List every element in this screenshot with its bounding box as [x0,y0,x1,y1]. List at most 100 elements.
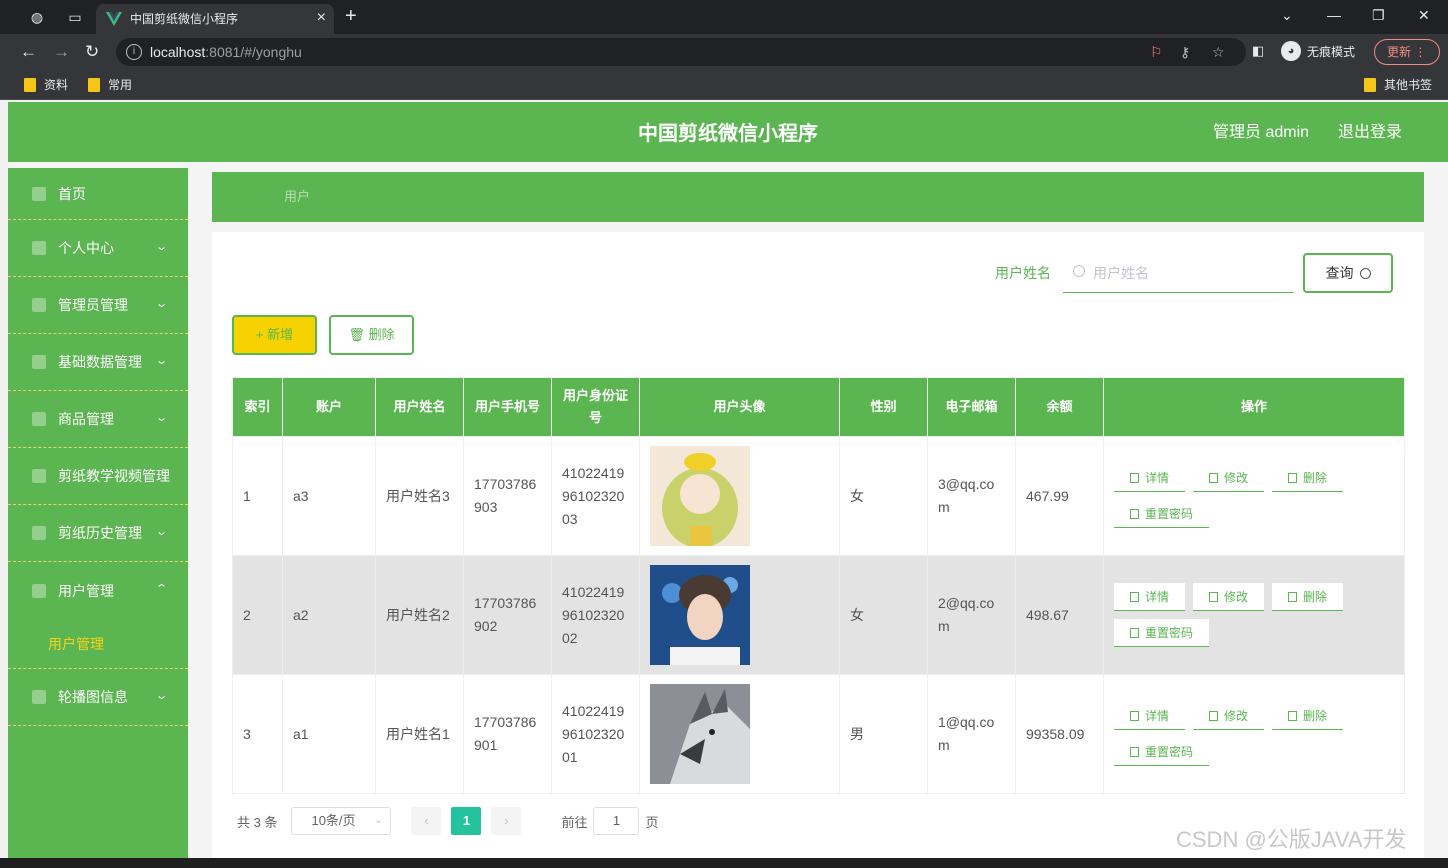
sidebar-item-label: 管理员管理 [58,297,128,313]
submenu-user-management[interactable]: 用户管理 [8,619,188,669]
avatar-image[interactable] [650,565,750,665]
table-header-row: 索引 账户 用户姓名 用户手机号 用户身份证号 用户头像 性别 电子邮箱 余额 … [232,377,1405,437]
detail-button[interactable]: 详情 [1114,464,1186,492]
search-input[interactable] [1063,253,1293,293]
delete-button[interactable]: 删除 [1272,583,1344,611]
home-icon [32,186,46,201]
blocked-popup-icon[interactable]: ⚐ [1150,43,1163,61]
tab-list-icon[interactable]: ⌄ [1281,6,1293,24]
next-page-button[interactable]: › [491,807,522,835]
globe-icon[interactable]: ◍ [26,7,48,27]
cell-account: a3 [282,436,376,556]
trash-icon: 🗑 [348,327,365,342]
add-button[interactable]: + 新增 [232,315,317,355]
user-table: 索引 账户 用户姓名 用户手机号 用户身份证号 用户头像 性别 电子邮箱 余额 … [232,377,1405,794]
forward-icon[interactable]: → [53,42,70,62]
bookmark-label: 常用 [108,78,133,92]
reset-password-button[interactable]: 重置密码 [1114,619,1210,647]
restore-icon[interactable]: ❐ [1372,6,1385,24]
delete-button[interactable]: 删除 [1272,702,1344,730]
sidebar-item-personal-center[interactable]: 个人中心 ⌄ [8,220,188,277]
browser-tab-strip: ◍ ▭ 中国剪纸微信小程序 × + ⌄ — ❐ ✕ [0,0,1448,34]
site-info-icon[interactable]: i [126,44,142,60]
sidebar-item-admin-management[interactable]: 管理员管理 ⌄ [8,277,188,334]
update-button[interactable]: 更新 ⋮ [1374,39,1440,65]
edit-button[interactable]: 修改 [1193,702,1265,730]
edit-icon [1209,473,1219,483]
key-icon[interactable]: ⚷ [1180,43,1190,61]
edit-button[interactable]: 修改 [1193,583,1265,611]
cell-index: 1 [232,436,283,556]
browser-toolbar: ← → ↻ i localhost:8081/#/yonghu ⚐ ⚷ ☆ ◧ … [0,34,1448,70]
sidebar-item-base-data[interactable]: 基础数据管理 ⌄ [8,334,188,391]
incognito-indicator[interactable]: ◕ 无痕模式 [1281,39,1355,63]
sidebar-item-goods[interactable]: 商品管理 ⌄ [8,391,188,448]
sidebar-item-carousel[interactable]: 轮播图信息 ⌄ [8,669,188,726]
tab-title: 中国剪纸微信小程序 [130,12,239,26]
close-tab-icon[interactable]: × [317,8,326,28]
cell-balance: 498.67 [1015,555,1104,675]
cell-email: 1@qq.com [927,674,1016,794]
reset-password-button[interactable]: 重置密码 [1114,738,1210,766]
page-size-select[interactable]: 10条/页 ⌄ [291,807,392,835]
detail-button[interactable]: 详情 [1114,583,1186,611]
sidebar-item-label: 剪纸教学视频管理 [58,468,170,484]
side-panel-icon[interactable]: ◧ [1252,40,1264,62]
page-number-current[interactable]: 1 [451,807,482,835]
cell-gender: 女 [839,555,928,675]
folder-icon [1364,78,1376,92]
reload-icon[interactable]: ↻ [85,42,99,62]
pagination: 共 3 条 10条/页 ⌄ ‹ 1 › 前往 1 页 [237,807,659,835]
bookmark-folder-ziliao[interactable]: 资料 [24,77,68,93]
bookmark-folder-changyong[interactable]: 常用 [88,77,132,93]
tab-search-icon[interactable]: ▭ [64,7,86,27]
search-button[interactable]: 查询 [1303,253,1393,293]
edit-button[interactable]: 修改 [1193,464,1265,492]
trash-icon [1288,473,1298,483]
avatar-image[interactable] [650,684,750,784]
browser-tab-active[interactable]: 中国剪纸微信小程序 × [96,4,334,34]
batch-delete-button[interactable]: 🗑 删除 [329,315,414,355]
folder-icon [88,78,100,92]
cell-balance: 467.99 [1015,436,1104,556]
close-window-icon[interactable]: ✕ [1418,6,1430,24]
column-header: 索引 [232,377,283,437]
goto-page-input[interactable]: 1 [593,807,640,835]
video-icon [32,469,46,483]
url-text[interactable]: localhost:8081/#/yonghu [150,44,302,60]
users-icon [32,583,46,598]
sidebar-item-video[interactable]: 剪纸教学视频管理 [8,448,188,505]
chevron-down-icon: ⌄ [154,298,168,310]
detail-button[interactable]: 详情 [1114,702,1186,730]
delete-label: 删除 [368,327,395,342]
sidebar-item-history[interactable]: 剪纸历史管理 ⌄ [8,505,188,562]
avatar-image[interactable] [650,446,750,546]
cell-email: 2@qq.com [927,555,1016,675]
sidebar-item-home[interactable]: 首页 [8,168,188,220]
table-row: 3 a1 用户姓名1 17703786901 41022419961023200… [232,674,1405,794]
cell-name: 用户姓名1 [375,674,464,794]
cell-phone: 17703786902 [463,555,552,675]
op-label: 详情 [1145,709,1170,723]
other-bookmarks[interactable]: 其他书签 [1364,77,1432,93]
sidebar-item-user-management[interactable]: 用户管理 ⌃ [8,562,188,619]
minimize-icon[interactable]: — [1327,6,1341,24]
sidebar-item-label: 轮播图信息 [58,689,128,705]
new-tab-icon[interactable]: + [345,5,357,27]
delete-button[interactable]: 删除 [1272,464,1344,492]
column-header: 用户头像 [639,377,840,437]
chevron-down-icon: ⌄ [154,355,168,367]
logout-link[interactable]: 退出登录 [1338,123,1402,143]
user-icon [32,241,46,255]
cell-actions: 详情 修改 删除 重置密码 [1103,555,1405,675]
column-header: 电子邮箱 [927,377,1016,437]
address-bar[interactable]: i localhost:8081/#/yonghu ⚐ ⚷ ☆ [116,38,1246,66]
prev-page-button[interactable]: ‹ [411,807,442,835]
reset-password-button[interactable]: 重置密码 [1114,500,1210,528]
back-icon[interactable]: ← [20,42,37,62]
breadcrumb[interactable]: 用户 [284,189,310,205]
star-icon[interactable]: ☆ [1212,43,1225,61]
pagination-total: 共 3 条 [237,814,278,830]
document-icon [1130,473,1139,483]
column-header: 用户身份证号 [551,377,640,437]
